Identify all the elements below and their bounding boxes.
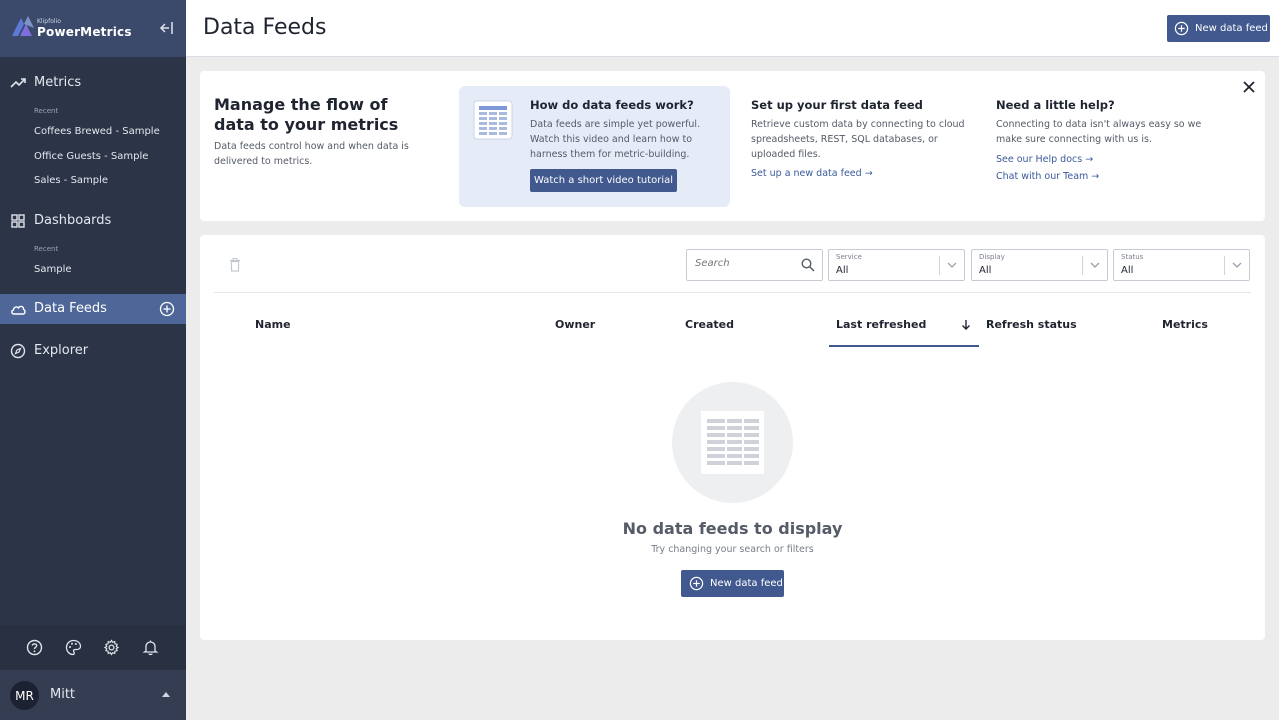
compass-icon	[10, 343, 26, 359]
empty-new-data-feed-button[interactable]: New data feed	[681, 570, 784, 597]
select-divider	[939, 256, 940, 275]
video-card-description: Data feeds are simple yet powerful. Watc…	[530, 119, 701, 160]
chat-team-link[interactable]: Chat with our Team →	[996, 171, 1099, 182]
add-circle-icon	[689, 576, 704, 591]
powermetrics-logo-icon	[12, 16, 34, 36]
chevron-down-icon	[1090, 262, 1100, 268]
setup-new-data-feed-link[interactable]: Set up a new data feed →	[751, 168, 873, 179]
help-description: Connecting to data isn't always easy so …	[996, 119, 1202, 145]
service-filter-select[interactable]: Service All	[828, 249, 965, 281]
table-divider	[214, 292, 1251, 293]
help-title: Need a little help?	[996, 98, 1115, 112]
recent-metric-item[interactable]: Sales - Sample	[34, 175, 108, 186]
chevron-down-icon	[1232, 262, 1242, 268]
display-filter-value: All	[979, 265, 992, 276]
recent-dashboard-item[interactable]: Sample	[34, 264, 72, 275]
column-header-name[interactable]: Name	[255, 318, 291, 331]
intro-panel: Manage the flow of data to your metrics …	[200, 71, 1265, 221]
help-docs-link[interactable]: See our Help docs →	[996, 154, 1093, 165]
empty-state-title: No data feeds to display	[622, 519, 843, 538]
nav-metrics-label: Metrics	[34, 75, 82, 90]
metrics-recent-label: Recent	[34, 107, 59, 115]
nav-explorer-label: Explorer	[34, 343, 89, 358]
page-title: Data Feeds	[203, 15, 327, 40]
empty-new-data-feed-label: New data feed	[710, 578, 783, 589]
trending-up-icon	[10, 78, 26, 88]
column-header-last-refreshed[interactable]: Last refreshed	[836, 318, 926, 331]
nav-dashboards[interactable]: Dashboards	[0, 206, 186, 236]
close-icon[interactable]	[1243, 81, 1255, 93]
brand-bar: Klipfolio PowerMetrics	[0, 0, 186, 57]
sidebar-utility-bar	[0, 625, 186, 670]
search-field[interactable]	[686, 249, 823, 281]
display-filter-select[interactable]: Display All	[971, 249, 1108, 281]
sorted-column-indicator	[829, 345, 979, 347]
chevron-down-icon	[947, 262, 957, 268]
caret-up-icon	[162, 692, 170, 697]
status-filter-select[interactable]: Status All	[1113, 249, 1250, 281]
settings-gear-icon[interactable]	[103, 639, 120, 656]
new-data-feed-button[interactable]: New data feed	[1167, 15, 1270, 42]
nav-dashboards-label: Dashboards	[34, 213, 112, 228]
page-header: Data Feeds New data feed	[186, 0, 1279, 57]
dashboards-recent-label: Recent	[34, 245, 59, 253]
user-name: Mitt	[50, 687, 76, 702]
intro-description: Data feeds control how and when data is …	[214, 141, 409, 167]
sort-descending-arrow-icon[interactable]	[961, 319, 971, 330]
dashboard-grid-icon	[11, 214, 25, 228]
add-circle-icon	[1174, 21, 1189, 36]
column-header-created[interactable]: Created	[685, 318, 734, 331]
collapse-sidebar-icon[interactable]	[158, 19, 176, 37]
watch-video-button[interactable]: Watch a short video tutorial	[530, 169, 677, 192]
select-divider	[1082, 256, 1083, 275]
nav-metrics[interactable]: Metrics	[0, 68, 186, 98]
column-header-metrics[interactable]: Metrics	[1162, 318, 1208, 331]
nav-data-feeds-label: Data Feeds	[34, 301, 107, 316]
recent-metric-item[interactable]: Office Guests - Sample	[34, 151, 148, 162]
setup-title: Set up your first data feed	[751, 98, 923, 112]
nav-explorer[interactable]: Explorer	[0, 336, 186, 366]
spreadsheet-illustration-icon	[473, 100, 513, 140]
intro-heading: Manage the flow of data to your metrics	[214, 95, 399, 134]
cloud-icon	[11, 305, 26, 315]
select-divider	[1224, 256, 1225, 275]
user-menu[interactable]: MR Mitt	[0, 670, 186, 720]
recent-metric-item[interactable]: Coffees Brewed - Sample	[34, 126, 160, 137]
empty-state-illustration	[672, 382, 793, 503]
service-filter-value: All	[836, 265, 849, 276]
service-filter-label: Service	[836, 253, 862, 261]
data-feeds-table-card: Service All Display All Status All Name …	[200, 235, 1265, 640]
trash-icon[interactable]	[229, 258, 241, 272]
sidebar: Klipfolio PowerMetrics Metrics Recent Co…	[0, 0, 186, 720]
nav-data-feeds[interactable]: Data Feeds	[0, 294, 186, 324]
setup-description: Retrieve custom data by connecting to cl…	[751, 119, 965, 160]
notifications-bell-icon[interactable]	[142, 639, 159, 656]
new-data-feed-label: New data feed	[1195, 23, 1268, 34]
help-icon[interactable]	[26, 639, 43, 656]
display-filter-label: Display	[979, 253, 1005, 261]
search-icon	[801, 258, 815, 272]
status-filter-label: Status	[1121, 253, 1144, 261]
video-card-title: How do data feeds work?	[530, 98, 694, 112]
brand-name: PowerMetrics	[37, 25, 132, 39]
empty-state-subtitle: Try changing your search or filters	[651, 544, 814, 555]
column-header-owner[interactable]: Owner	[555, 318, 595, 331]
table-illustration-icon	[701, 411, 764, 474]
avatar: MR	[10, 681, 39, 710]
add-data-feed-icon[interactable]	[159, 301, 175, 317]
column-header-refresh-status[interactable]: Refresh status	[986, 318, 1077, 331]
video-tutorial-card: How do data feeds work? Data feeds are s…	[459, 86, 730, 207]
status-filter-value: All	[1121, 265, 1134, 276]
brand-company: Klipfolio	[37, 18, 61, 25]
palette-icon[interactable]	[65, 639, 82, 656]
search-input[interactable]	[695, 258, 795, 269]
